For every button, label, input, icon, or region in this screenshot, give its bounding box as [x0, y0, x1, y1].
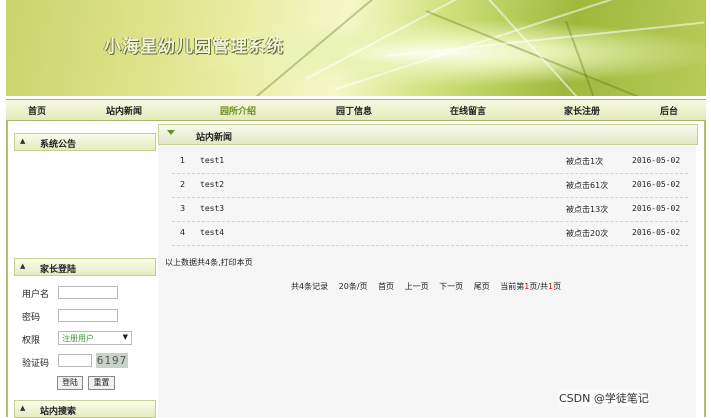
triangle-up-icon: ▲: [20, 404, 26, 412]
username-label: 用户名: [22, 290, 50, 300]
nav-item-teachers[interactable]: 园丁信息: [336, 104, 372, 117]
role-select[interactable]: 注册用户 ▼: [58, 331, 132, 345]
nav-item-home[interactable]: 首页: [28, 104, 46, 117]
news-date: 2016-05-02: [632, 204, 681, 213]
frame-left-border: [6, 120, 8, 417]
news-row[interactable]: 1 test1 被点击1次 2016-05-02: [172, 149, 688, 174]
captcha-image[interactable]: 6197: [96, 353, 128, 368]
pager-current-suffix: 页: [553, 282, 562, 291]
main-content: 站内新闻 1 test1 被点击1次 2016-05-02 2 test2 被点…: [158, 124, 698, 417]
nav-item-admin[interactable]: 后台: [660, 104, 678, 117]
news-number: 1: [180, 156, 186, 165]
news-click-count: 被点击61次: [566, 181, 609, 190]
print-page-link[interactable]: 打印本页: [221, 258, 253, 267]
sidebar: ▲ 系统公告 ▲ 家长登陆 用户名 密码 权限 注册用户 ▼ 验证码 6197 …: [10, 124, 156, 418]
news-title-link[interactable]: test4: [200, 228, 224, 237]
captcha-input[interactable]: [58, 354, 92, 367]
pager-next-link[interactable]: 下一页: [439, 282, 463, 291]
frame-right-border: [704, 120, 706, 417]
triangle-down-icon: [167, 130, 175, 135]
news-row[interactable]: 2 test2 被点击61次 2016-05-02: [172, 173, 688, 198]
news-number: 3: [180, 204, 186, 213]
news-row[interactable]: 4 test4 被点击20次 2016-05-02: [172, 221, 688, 246]
news-section-header: 站内新闻: [158, 124, 698, 145]
data-summary: 以上数据共4条,打印本页: [165, 257, 253, 268]
triangle-up-icon: ▲: [20, 262, 26, 270]
dropdown-arrow-icon: ▼: [122, 333, 128, 341]
announcement-title: 系统公告: [40, 140, 77, 150]
pager-current-prefix: 当前第: [500, 282, 525, 291]
role-label: 权限: [22, 336, 41, 346]
search-title: 站内搜索: [40, 407, 77, 417]
password-input[interactable]: [58, 309, 118, 322]
news-number: 4: [180, 228, 186, 237]
announcement-header: ▲ 系统公告: [14, 133, 156, 151]
news-row[interactable]: 3 test3 被点击13次 2016-05-02: [172, 197, 688, 222]
login-button[interactable]: 登陆: [57, 376, 83, 390]
csdn-watermark: CSDN @学徒笔记: [559, 390, 649, 406]
main-nav: 首页 站内新闻 园所介绍 园丁信息 在线留言 家长注册 后台: [6, 99, 706, 121]
pager-current-mid: 页/共: [529, 282, 549, 291]
pager-per-page: 20条/页: [338, 282, 368, 291]
pager-first-link[interactable]: 首页: [378, 282, 394, 291]
news-title-link[interactable]: test2: [200, 180, 224, 189]
login-header: ▲ 家长登陆: [14, 258, 156, 276]
news-date: 2016-05-02: [632, 180, 681, 189]
pager-prev-link[interactable]: 上一页: [405, 282, 429, 291]
news-click-count: 被点击20次: [566, 229, 609, 238]
news-date: 2016-05-02: [632, 228, 681, 237]
news-title-link[interactable]: test3: [200, 204, 224, 213]
triangle-up-icon: ▲: [20, 137, 26, 145]
nav-item-about[interactable]: 园所介绍: [220, 104, 256, 117]
pager-total-records: 共4条记录: [291, 282, 329, 291]
nav-item-parent-register[interactable]: 家长注册: [564, 104, 600, 117]
role-select-value: 注册用户: [62, 334, 94, 343]
pager-last-link[interactable]: 尾页: [474, 282, 490, 291]
header-banner: 小海星幼儿园管理系统: [6, 0, 706, 96]
site-title: 小海星幼儿园管理系统: [104, 37, 284, 57]
news-click-count: 被点击1次: [566, 157, 604, 166]
news-title-link[interactable]: test1: [200, 156, 224, 165]
summary-text: 以上数据共4条,: [165, 258, 221, 267]
captcha-label: 验证码: [22, 359, 50, 369]
news-number: 2: [180, 180, 186, 189]
reset-button[interactable]: 重置: [88, 376, 115, 390]
news-click-count: 被点击13次: [566, 205, 609, 214]
nav-item-messages[interactable]: 在线留言: [450, 104, 486, 117]
password-label: 密码: [22, 313, 41, 323]
pager-current-page: 当前第1页/共1页: [500, 282, 561, 291]
pagination: 共4条记录 20条/页 首页 上一页 下一页 尾页 当前第1页/共1页: [291, 281, 561, 292]
news-section-title: 站内新闻: [196, 133, 233, 143]
search-header: ▲ 站内搜索: [14, 400, 156, 418]
username-input[interactable]: [58, 286, 118, 299]
news-date: 2016-05-02: [632, 156, 681, 165]
nav-item-news[interactable]: 站内新闻: [106, 104, 142, 117]
login-title: 家长登陆: [40, 265, 77, 275]
